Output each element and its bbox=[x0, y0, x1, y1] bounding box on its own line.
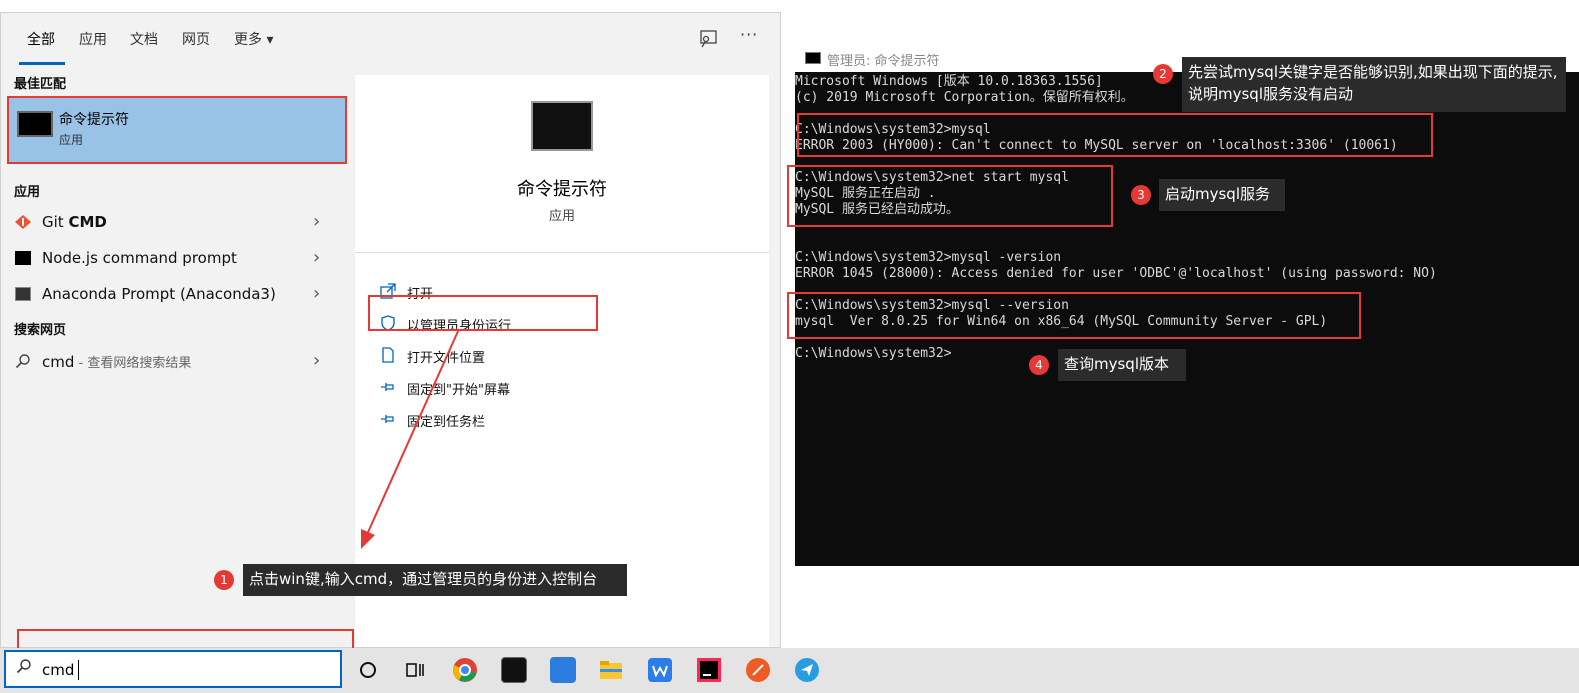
git-icon bbox=[15, 215, 31, 229]
list-item-nodejs-prompt[interactable]: Node.js command prompt › bbox=[1, 241, 343, 275]
tab-apps[interactable]: 应用 bbox=[79, 29, 107, 49]
callout-step-3: 启动mysql服务 bbox=[1159, 179, 1285, 211]
chevron-right-icon[interactable]: › bbox=[313, 247, 320, 268]
notes-icon[interactable] bbox=[550, 657, 576, 683]
command-prompt-icon bbox=[531, 101, 593, 151]
chevron-right-icon[interactable]: › bbox=[313, 211, 320, 232]
search-input[interactable]: cmd bbox=[42, 661, 74, 679]
taskbar-search-box[interactable]: cmd bbox=[4, 650, 342, 688]
postman-icon[interactable] bbox=[745, 657, 771, 683]
text-caret bbox=[78, 660, 79, 680]
preview-title: 命令提示符 bbox=[517, 179, 607, 200]
step-badge-1: 1 bbox=[214, 570, 234, 590]
terminal-icon[interactable] bbox=[501, 657, 527, 683]
search-icon bbox=[15, 354, 30, 369]
list-item-git-cmd[interactable]: Git CMD › bbox=[1, 205, 343, 239]
web-result-label: cmd - 查看网络搜索结果 bbox=[42, 353, 192, 371]
more-options-icon[interactable]: ··· bbox=[740, 25, 758, 44]
callout-step-1: 点击win键,输入cmd，通过管理员的身份进入控制台 bbox=[243, 564, 627, 596]
web-search-heading: 搜索网页 bbox=[14, 323, 67, 338]
callout-step-2: 先尝试mysql关键字是否能够识别,如果出现下面的提示,说明mysql服务没有启… bbox=[1182, 57, 1566, 112]
chevron-right-icon[interactable]: › bbox=[313, 283, 320, 304]
file-explorer-icon[interactable] bbox=[598, 657, 624, 683]
terminal-icon bbox=[15, 251, 31, 265]
task-view-icon[interactable] bbox=[402, 657, 428, 683]
console-line: C:\Windows\system32>mysql -version bbox=[795, 250, 1062, 265]
list-item-anaconda-prompt[interactable]: Anaconda Prompt (Anaconda3) › bbox=[1, 277, 343, 311]
apps-heading: 应用 bbox=[14, 185, 41, 200]
send-icon[interactable] bbox=[794, 657, 820, 683]
console-line: (c) 2019 Microsoft Corporation。保留所有权利。 bbox=[795, 90, 1134, 105]
arrow-annotation bbox=[361, 328, 460, 549]
terminal-icon bbox=[15, 287, 31, 301]
taskbar: cmd bbox=[0, 648, 1579, 693]
app-label: Node.js command prompt bbox=[42, 249, 237, 267]
tab-more[interactable]: 更多 ▾ bbox=[234, 29, 273, 49]
console-line: ERROR 1045 (28000): Access denied for us… bbox=[795, 266, 1437, 281]
console-line: Microsoft Windows [版本 10.0.18363.1556] bbox=[795, 74, 1103, 89]
preview-subtitle: 应用 bbox=[548, 209, 575, 224]
highlight-mysql-error bbox=[797, 113, 1433, 157]
command-prompt-icon bbox=[805, 52, 821, 64]
tab-all[interactable]: 全部 bbox=[27, 29, 55, 49]
step-badge-3: 3 bbox=[1131, 185, 1151, 205]
app-label: Anaconda Prompt (Anaconda3) bbox=[42, 285, 276, 303]
wps-icon[interactable] bbox=[647, 657, 673, 683]
window-title: 管理员: 命令提示符 bbox=[827, 54, 940, 69]
intellij-icon[interactable] bbox=[696, 657, 722, 683]
divider bbox=[355, 252, 769, 253]
app-label: Git CMD bbox=[42, 213, 107, 231]
step-badge-4: 4 bbox=[1029, 355, 1049, 375]
search-icon bbox=[16, 659, 31, 674]
highlight-best-match bbox=[7, 96, 347, 164]
list-item-web-search[interactable]: cmd - 查看网络搜索结果 › bbox=[1, 344, 343, 378]
callout-step-4: 查询mysql版本 bbox=[1058, 349, 1186, 381]
highlight-net-start bbox=[787, 165, 1113, 227]
search-tab-bar: 全部 应用 文档 网页 更多 ▾ ··· bbox=[1, 13, 780, 65]
best-match-heading: 最佳匹配 bbox=[14, 77, 67, 92]
tab-web[interactable]: 网页 bbox=[182, 29, 210, 49]
tab-documents[interactable]: 文档 bbox=[130, 29, 158, 49]
chrome-icon[interactable] bbox=[452, 657, 478, 683]
highlight-mysql-version bbox=[787, 292, 1361, 339]
feedback-icon[interactable] bbox=[697, 28, 719, 50]
console-line: C:\Windows\system32> bbox=[795, 346, 952, 361]
chevron-right-icon[interactable]: › bbox=[313, 350, 320, 371]
step-badge-2: 2 bbox=[1153, 64, 1173, 84]
cortana-icon[interactable] bbox=[355, 657, 381, 683]
